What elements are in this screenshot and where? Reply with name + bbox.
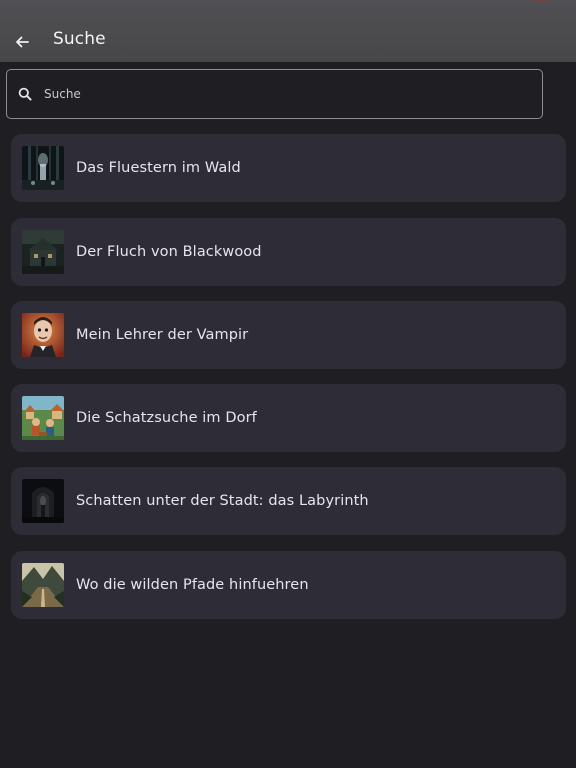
back-button[interactable] — [10, 30, 34, 54]
back-arrow-icon — [16, 36, 29, 48]
search-field[interactable] — [6, 69, 543, 119]
dark-labyrinth-thumbnail — [22, 479, 64, 523]
vampir-teacher-thumbnail — [22, 313, 64, 357]
haunted-house-thumbnail — [22, 230, 64, 274]
story-title: Der Fluch von Blackwood — [76, 244, 262, 260]
list-item[interactable]: Die Schatzsuche im Dorf — [11, 384, 566, 452]
list-item[interactable]: Mein Lehrer der Vampir — [11, 301, 566, 369]
story-title: Das Fluestern im Wald — [76, 160, 241, 176]
story-title: Die Schatzsuche im Dorf — [76, 410, 257, 426]
search-input[interactable] — [42, 78, 542, 110]
search-icon — [16, 85, 34, 103]
mountain-path-thumbnail — [22, 563, 64, 607]
forest-night-thumbnail — [22, 146, 64, 190]
village-treasure-thumbnail — [22, 396, 64, 440]
story-title: Schatten unter der Stadt: das Labyrinth — [76, 493, 369, 509]
page-title: Suche — [53, 29, 106, 49]
list-item[interactable]: Schatten unter der Stadt: das Labyrinth — [11, 467, 566, 535]
list-item[interactable]: Der Fluch von Blackwood — [11, 218, 566, 286]
story-title: Wo die wilden Pfade hinfuehren — [76, 577, 309, 593]
status-indicator — [532, 0, 550, 2]
story-title: Mein Lehrer der Vampir — [76, 327, 249, 343]
list-item[interactable]: Das Fluestern im Wald — [11, 134, 566, 202]
list-item[interactable]: Wo die wilden Pfade hinfuehren — [11, 551, 566, 619]
